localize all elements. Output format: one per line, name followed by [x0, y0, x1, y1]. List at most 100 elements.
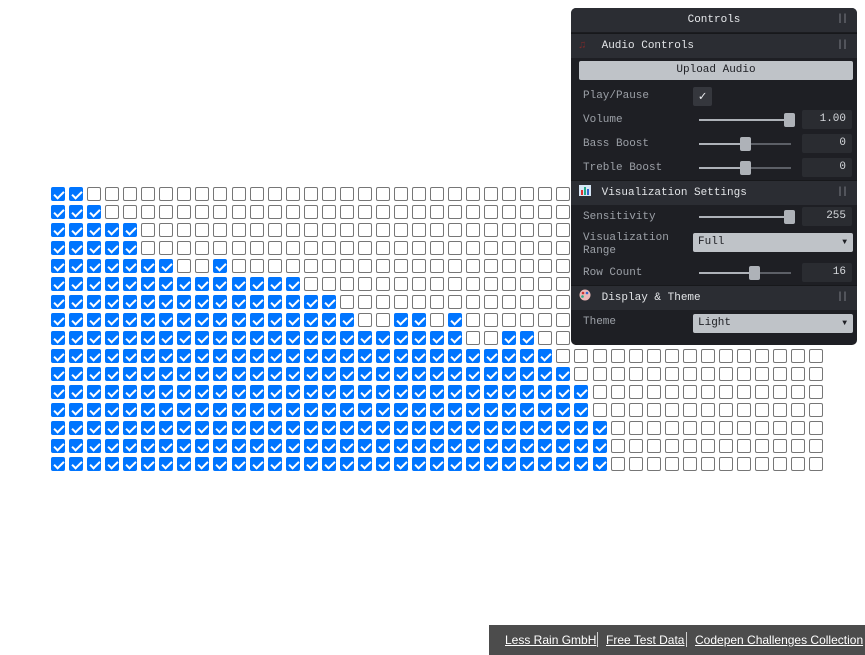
grid-checkbox[interactable] [105, 331, 119, 345]
grid-checkbox[interactable] [448, 421, 462, 435]
grid-checkbox[interactable] [430, 331, 444, 345]
grid-checkbox[interactable] [629, 349, 643, 363]
grid-checkbox[interactable] [430, 313, 444, 327]
grid-checkbox[interactable] [213, 187, 227, 201]
grid-checkbox[interactable] [358, 241, 372, 255]
grid-checkbox[interactable] [665, 439, 679, 453]
grid-checkbox[interactable] [466, 457, 480, 471]
grid-checkbox[interactable] [394, 187, 408, 201]
grid-checkbox[interactable] [791, 367, 805, 381]
grid-checkbox[interactable] [791, 385, 805, 399]
grid-checkbox[interactable] [159, 385, 173, 399]
grid-checkbox[interactable] [69, 421, 83, 435]
grid-checkbox[interactable] [177, 259, 191, 273]
grid-checkbox[interactable] [232, 313, 246, 327]
grid-checkbox[interactable] [250, 385, 264, 399]
grid-checkbox[interactable] [556, 457, 570, 471]
grid-checkbox[interactable] [304, 241, 318, 255]
grid-checkbox[interactable] [304, 223, 318, 237]
grid-checkbox[interactable] [376, 439, 390, 453]
grid-checkbox[interactable] [466, 385, 480, 399]
grid-checkbox[interactable] [195, 277, 209, 291]
grid-checkbox[interactable] [286, 367, 300, 381]
grid-checkbox[interactable] [268, 313, 282, 327]
grid-checkbox[interactable] [538, 205, 552, 219]
grid-checkbox[interactable] [123, 205, 137, 219]
grid-checkbox[interactable] [755, 367, 769, 381]
grid-checkbox[interactable] [105, 295, 119, 309]
grid-checkbox[interactable] [466, 367, 480, 381]
row-count-slider[interactable] [699, 266, 791, 280]
grid-checkbox[interactable] [232, 439, 246, 453]
grid-checkbox[interactable] [538, 331, 552, 345]
grid-checkbox[interactable] [232, 385, 246, 399]
grid-checkbox[interactable] [556, 313, 570, 327]
play-pause-checkbox[interactable]: ✓ [693, 87, 712, 106]
grid-checkbox[interactable] [376, 205, 390, 219]
grid-checkbox[interactable] [250, 439, 264, 453]
grid-checkbox[interactable] [520, 223, 534, 237]
grid-checkbox[interactable] [376, 457, 390, 471]
grid-checkbox[interactable] [286, 223, 300, 237]
grid-checkbox[interactable] [87, 259, 101, 273]
grid-checkbox[interactable] [538, 295, 552, 309]
grid-checkbox[interactable] [87, 331, 101, 345]
theme-select[interactable]: Light ▼ [693, 314, 853, 333]
grid-checkbox[interactable] [520, 439, 534, 453]
grid-checkbox[interactable] [430, 187, 444, 201]
grid-checkbox[interactable] [484, 349, 498, 363]
grid-checkbox[interactable] [250, 349, 264, 363]
drag-handle-icon[interactable]: || [837, 8, 848, 32]
grid-checkbox[interactable] [520, 241, 534, 255]
grid-checkbox[interactable] [322, 403, 336, 417]
grid-checkbox[interactable] [538, 421, 552, 435]
grid-checkbox[interactable] [448, 187, 462, 201]
grid-checkbox[interactable] [87, 205, 101, 219]
grid-checkbox[interactable] [87, 223, 101, 237]
grid-checkbox[interactable] [358, 187, 372, 201]
grid-checkbox[interactable] [520, 187, 534, 201]
grid-checkbox[interactable] [683, 367, 697, 381]
grid-checkbox[interactable] [232, 205, 246, 219]
grid-checkbox[interactable] [141, 331, 155, 345]
grid-checkbox[interactable] [69, 385, 83, 399]
grid-checkbox[interactable] [412, 241, 426, 255]
grid-checkbox[interactable] [502, 277, 516, 291]
grid-checkbox[interactable] [177, 457, 191, 471]
grid-checkbox[interactable] [340, 331, 354, 345]
grid-checkbox[interactable] [538, 439, 552, 453]
grid-checkbox[interactable] [466, 313, 480, 327]
grid-checkbox[interactable] [195, 421, 209, 435]
grid-checkbox[interactable] [213, 349, 227, 363]
grid-checkbox[interactable] [177, 223, 191, 237]
grid-checkbox[interactable] [502, 187, 516, 201]
grid-checkbox[interactable] [466, 403, 480, 417]
grid-checkbox[interactable] [466, 349, 480, 363]
grid-checkbox[interactable] [556, 349, 570, 363]
grid-checkbox[interactable] [322, 241, 336, 255]
grid-checkbox[interactable] [394, 331, 408, 345]
grid-checkbox[interactable] [177, 205, 191, 219]
grid-checkbox[interactable] [484, 313, 498, 327]
grid-checkbox[interactable] [141, 403, 155, 417]
grid-checkbox[interactable] [502, 403, 516, 417]
grid-checkbox[interactable] [69, 439, 83, 453]
grid-checkbox[interactable] [574, 439, 588, 453]
grid-checkbox[interactable] [574, 421, 588, 435]
grid-checkbox[interactable] [556, 367, 570, 381]
grid-checkbox[interactable] [51, 439, 65, 453]
grid-checkbox[interactable] [394, 205, 408, 219]
grid-checkbox[interactable] [69, 349, 83, 363]
grid-checkbox[interactable] [448, 205, 462, 219]
grid-checkbox[interactable] [51, 313, 65, 327]
grid-checkbox[interactable] [232, 223, 246, 237]
grid-checkbox[interactable] [538, 259, 552, 273]
grid-checkbox[interactable] [809, 457, 823, 471]
grid-checkbox[interactable] [466, 421, 480, 435]
grid-checkbox[interactable] [141, 385, 155, 399]
grid-checkbox[interactable] [520, 277, 534, 291]
grid-checkbox[interactable] [394, 367, 408, 381]
grid-checkbox[interactable] [358, 205, 372, 219]
grid-checkbox[interactable] [195, 367, 209, 381]
grid-checkbox[interactable] [412, 439, 426, 453]
